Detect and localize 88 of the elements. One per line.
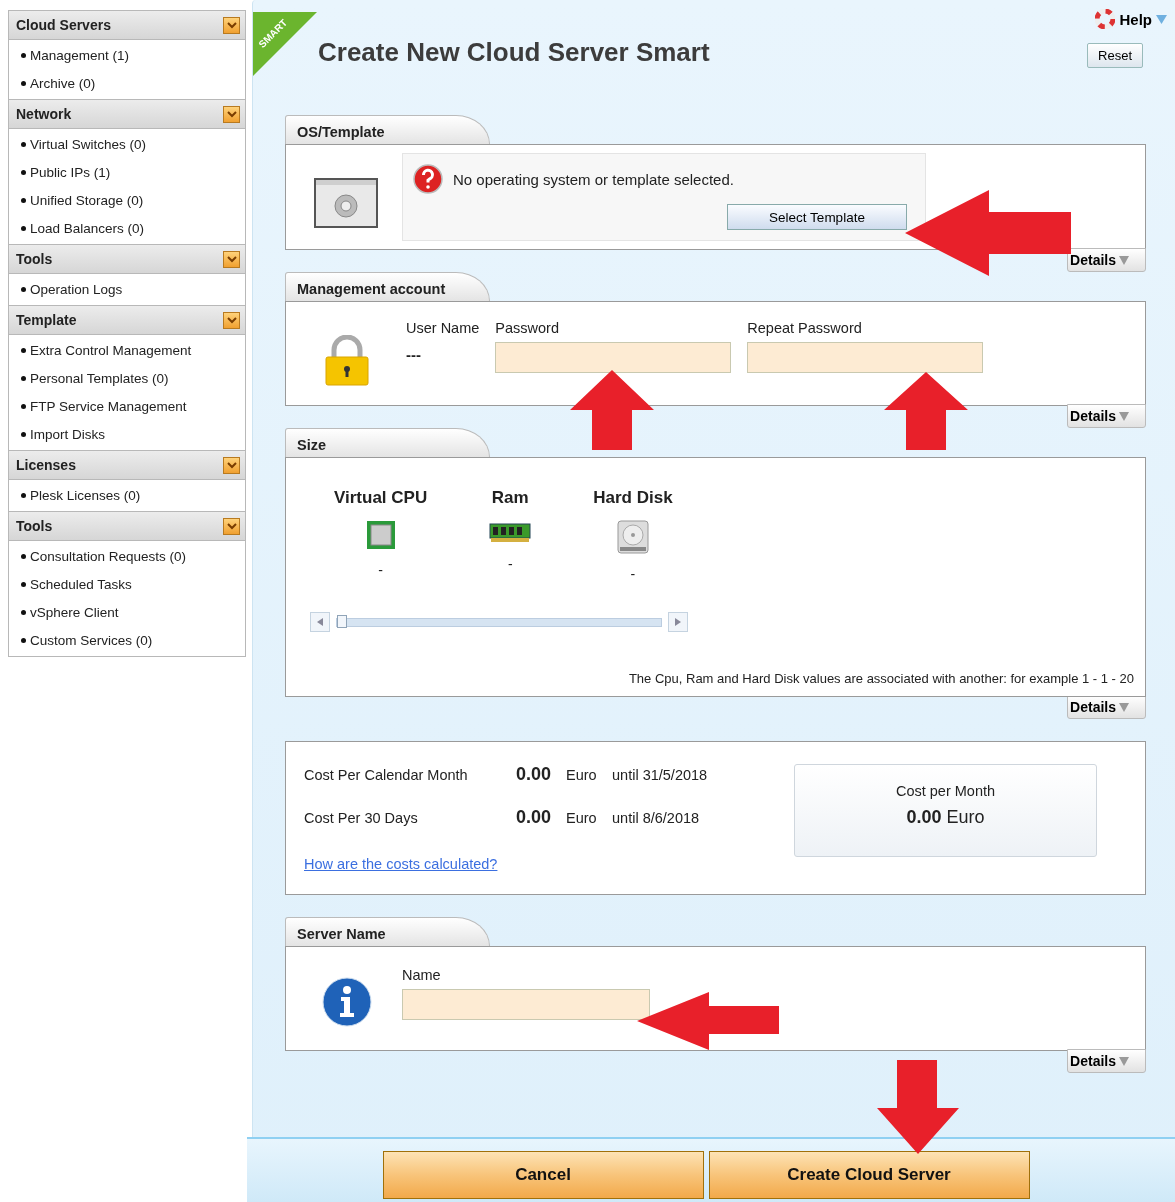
sidebar-link[interactable]: FTP Service Management (9, 392, 245, 420)
sidebar-link[interactable]: vSphere Client (9, 598, 245, 626)
sidebar-link[interactable]: Extra Control Management (9, 336, 245, 364)
costs-help-link[interactable]: How are the costs calculated? (304, 856, 498, 872)
question-icon (413, 164, 443, 194)
sidebar-link[interactable]: Load Balancers (0) (9, 214, 245, 242)
collapse-button[interactable] (223, 517, 240, 535)
cost-currency: Euro (566, 767, 598, 783)
repeat-password-field[interactable] (747, 342, 984, 373)
size-note: The Cpu, Ram and Hard Disk values are associated with another: for example 1 - 1 - 20 (628, 671, 1134, 686)
action-button[interactable]: Create Cloud Server (708, 1151, 1030, 1199)
resource-label: Hard Disk (593, 488, 673, 508)
collapse-button[interactable] (223, 250, 240, 268)
collapse-button[interactable] (223, 311, 240, 329)
sidebar-link[interactable]: Personal Templates (0) (9, 364, 245, 392)
sidebar-link[interactable]: Plesk Licenses (0) (9, 481, 245, 509)
caret-icon (1119, 702, 1129, 712)
sidebar-link[interactable]: Virtual Switches (0) (9, 130, 245, 158)
right-triangle-icon (675, 618, 681, 626)
caret-icon (1156, 14, 1167, 24)
cost-date: until 8/6/2018 (612, 810, 700, 826)
field-label: Repeat Password (747, 320, 863, 336)
details-button[interactable]: Details (1067, 1049, 1146, 1073)
details-button[interactable]: Details (1067, 404, 1146, 428)
details-button[interactable]: Details (1067, 695, 1146, 719)
left-triangle-icon (317, 618, 323, 626)
gear-window-icon (314, 178, 378, 228)
cost-amount: 0.00 (516, 764, 553, 785)
sidebar-link[interactable]: Custom Services (0) (9, 626, 245, 654)
sidebar-link[interactable]: Import Disks (9, 420, 245, 448)
padlock-icon (324, 335, 370, 387)
slider-right-button[interactable] (668, 612, 688, 632)
sidebar-group-title: Cloud Servers (16, 17, 111, 33)
sidebar-link[interactable]: Scheduled Tasks (9, 570, 245, 598)
cost-amount: 0.00 (516, 807, 553, 828)
info-icon (322, 977, 372, 1027)
cost-label: Cost Per 30 Days (304, 810, 419, 826)
sidebar-link[interactable]: Unified Storage (0) (9, 186, 245, 214)
cpu-chip-icon (365, 520, 396, 550)
cost-currency: Euro (566, 810, 598, 826)
cost-label: Cost Per Calendar Month (304, 767, 469, 783)
field-label: Name (402, 967, 442, 983)
chevron-down-icon (226, 461, 237, 469)
page-title: Create New Cloud Server Smart (318, 37, 710, 69)
chevron-down-icon (226, 255, 237, 263)
password-field[interactable] (495, 342, 732, 373)
collapse-button[interactable] (223, 16, 240, 34)
sidebar-group-title: Template (16, 312, 77, 328)
collapse-button[interactable] (223, 105, 240, 123)
slider-left-button[interactable] (310, 612, 330, 632)
cost-date: until 31/5/2018 (612, 767, 708, 783)
collapse-button[interactable] (223, 456, 240, 474)
sidebar-link[interactable]: Operation Logs (9, 275, 245, 303)
field-label: Password (495, 320, 560, 336)
summary-label: Cost per Month (895, 783, 996, 799)
action-button[interactable]: Cancel (382, 1151, 704, 1199)
sidebar-group-title: Network (16, 106, 72, 122)
chevron-down-icon (226, 110, 237, 118)
resource-label: Ram (491, 488, 529, 508)
chevron-down-icon (226, 522, 237, 530)
sidebar-link[interactable]: Public IPs (1) (9, 158, 245, 186)
field-label: User Name (406, 320, 480, 336)
server-name-field[interactable] (402, 989, 650, 1020)
resource-label: Virtual CPU (334, 488, 428, 508)
sidebar-link[interactable]: Archive (0) (9, 69, 245, 97)
chevron-down-icon (226, 21, 237, 29)
reset-button[interactable]: Reset (1087, 43, 1143, 68)
resource-value: - (507, 556, 513, 572)
sidebar-group-title: Tools (16, 518, 53, 534)
sidebar-link[interactable]: Consultation Requests (0) (9, 542, 245, 570)
lifebuoy-icon (1095, 9, 1116, 29)
sidebar-group-title: Tools (16, 251, 53, 267)
resource-value: - (630, 566, 636, 582)
status-message: No operating system or template selected. (453, 170, 734, 188)
sidebar-link[interactable]: Management (1) (9, 41, 245, 69)
chevron-down-icon (226, 316, 237, 324)
sidebar-group-title: Licenses (16, 457, 76, 473)
user-name-value: --- (406, 346, 422, 363)
resource-value: - (378, 562, 383, 578)
slider-thumb[interactable] (337, 614, 347, 628)
caret-icon (1119, 1056, 1129, 1066)
summary-value: 0.00 Euro (906, 807, 985, 828)
memory-module-icon (489, 520, 532, 544)
help-button[interactable]: Help (1095, 9, 1167, 29)
caret-icon (1119, 411, 1129, 421)
caret-icon (1119, 255, 1129, 265)
select-template-button[interactable]: Select Template (727, 204, 907, 230)
details-button[interactable]: Details (1067, 248, 1146, 272)
